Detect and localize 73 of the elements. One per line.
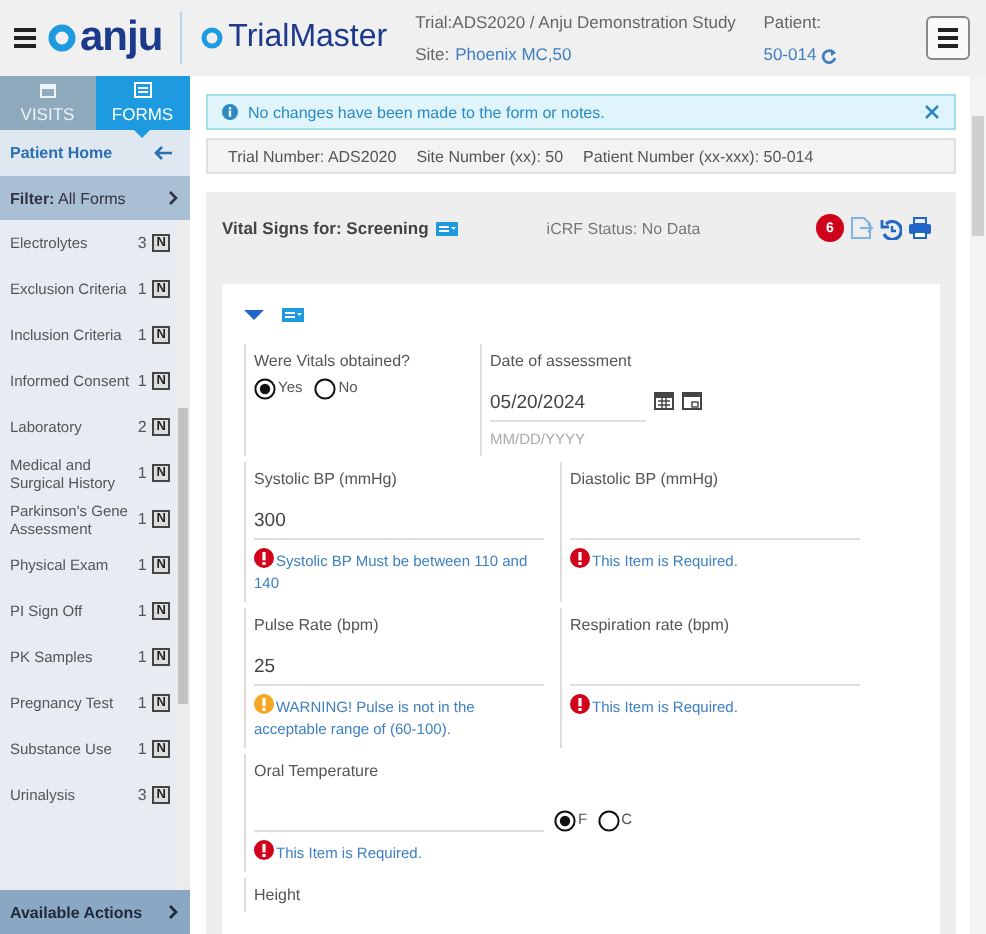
field-label: Oral Temperature <box>254 762 381 780</box>
scrollbar[interactable] <box>176 220 190 890</box>
form-icon <box>133 82 152 98</box>
form-menu-icon[interactable] <box>436 221 459 235</box>
form-count: 1 <box>137 694 147 712</box>
available-actions-bar[interactable]: Available Actions <box>0 890 190 934</box>
form-count: 3 <box>137 234 147 252</box>
form-count: 1 <box>137 740 147 758</box>
error-icon <box>570 548 590 568</box>
field-label: Were Vitals obtained? <box>254 352 412 370</box>
caret-down-icon[interactable] <box>244 309 264 319</box>
patient-label: Patient: <box>763 12 822 32</box>
menu-icon <box>937 28 958 48</box>
patient-number[interactable]: 50-014 <box>763 44 817 64</box>
alert-message: No changes have been made to the form or notes. <box>248 103 605 121</box>
form-count: 3 <box>137 786 147 804</box>
menu-button[interactable] <box>925 16 970 60</box>
info-text: Patient Number (xx-xxx): 50-014 <box>583 147 814 165</box>
radio-button[interactable] <box>554 810 576 832</box>
print-icon[interactable] <box>908 216 932 240</box>
radio-button[interactable] <box>597 810 620 832</box>
field-label: Height <box>254 886 303 904</box>
radio-button[interactable] <box>254 378 276 400</box>
form-count: 1 <box>137 556 147 574</box>
calendar-icon <box>39 82 56 98</box>
field-label: Pulse Rate (bpm) <box>254 616 381 634</box>
field-label: Respiration rate (bpm) <box>570 616 732 634</box>
input-field[interactable]: 300 <box>254 496 544 540</box>
info-icon <box>222 104 238 120</box>
info-text: Trial Number: ADS2020 <box>228 147 397 165</box>
logo-text: anju <box>80 14 163 62</box>
field-label: Systolic BP (mmHg) <box>254 470 399 488</box>
chevron-right-icon <box>168 904 178 920</box>
history-icon[interactable] <box>880 217 902 239</box>
error-icon <box>570 694 590 714</box>
calendar-icon[interactable] <box>682 390 702 410</box>
info-text: Site Number (xx): 50 <box>416 147 564 165</box>
calendar-icon[interactable] <box>654 390 674 410</box>
input-field[interactable]: 25 <box>254 642 544 686</box>
field-label: Date of assessment <box>490 352 634 370</box>
form-count: 1 <box>137 602 147 620</box>
refresh-icon[interactable] <box>820 45 839 63</box>
chevron-right-icon <box>168 190 178 206</box>
logo-ring-icon <box>200 26 225 50</box>
site-name: Phoenix MC,50 <box>455 44 572 64</box>
form-count: 1 <box>137 372 147 390</box>
back-arrow-icon[interactable] <box>154 144 174 162</box>
form-count: 1 <box>137 648 147 666</box>
warning-icon <box>254 694 274 714</box>
form-count: 2 <box>137 418 147 436</box>
close-icon[interactable] <box>924 104 940 120</box>
form-menu-icon[interactable] <box>282 307 304 321</box>
filter-bar[interactable]: Filter: All Forms <box>0 176 190 220</box>
radio-button[interactable] <box>314 378 337 400</box>
menu-icon[interactable] <box>14 26 36 50</box>
scrollbar[interactable] <box>970 76 986 934</box>
patient-home-row[interactable]: Patient Home <box>0 130 190 176</box>
form-count: 1 <box>137 464 147 482</box>
form-count: 1 <box>137 326 147 344</box>
filter-label: Filter: All Forms <box>10 189 126 207</box>
form-count: 1 <box>137 280 147 298</box>
date-field[interactable]: 05/20/2024 <box>490 378 646 422</box>
error-icon <box>254 840 274 860</box>
logo-ring-icon <box>48 24 76 52</box>
patient-home-link[interactable]: Patient Home <box>10 144 113 162</box>
trial-title: Trial:ADS2020 / Anju Demonstration Study <box>415 12 736 32</box>
site-label: Site: <box>415 44 450 64</box>
field-label: Diastolic BP (mmHg) <box>570 470 721 488</box>
crf-status: iCRF Status: No Data <box>546 219 701 237</box>
form-title: Vital Signs for: Screening <box>222 218 429 238</box>
product-name: TrialMaster <box>228 20 388 56</box>
form-count: 1 <box>137 510 147 528</box>
error-icon <box>254 548 274 568</box>
